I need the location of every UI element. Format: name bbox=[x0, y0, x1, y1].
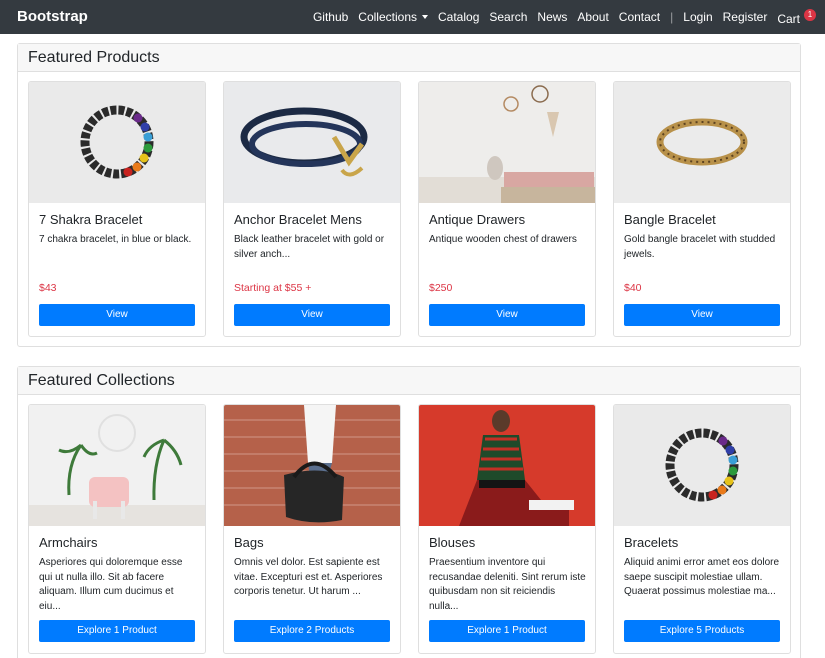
product-image[interactable] bbox=[419, 82, 595, 203]
explore-collection-button[interactable]: Explore 2 Products bbox=[234, 620, 390, 642]
collection-title: Bracelets bbox=[624, 535, 679, 550]
collection-title: Armchairs bbox=[39, 535, 98, 550]
product-title: Anchor Bracelet Mens bbox=[234, 212, 362, 227]
product-card: Bangle Bracelet Gold bangle bracelet wit… bbox=[613, 81, 791, 337]
view-product-button[interactable]: View bbox=[624, 304, 780, 326]
nav-separator: | bbox=[670, 10, 674, 24]
product-card: 7 Shakra Bracelet 7 chakra bracelet, in … bbox=[28, 81, 206, 337]
product-price: Starting at $55 + bbox=[234, 282, 312, 294]
nav-catalog[interactable]: Catalog bbox=[438, 10, 479, 24]
product-title: 7 Shakra Bracelet bbox=[39, 212, 143, 227]
collection-title: Bags bbox=[234, 535, 264, 550]
explore-collection-button[interactable]: Explore 1 Product bbox=[39, 620, 195, 642]
product-title: Bangle Bracelet bbox=[624, 212, 716, 227]
product-card: Antique Drawers Antique wooden chest of … bbox=[418, 81, 596, 337]
collection-image[interactable] bbox=[419, 405, 595, 526]
collection-card: Armchairs Asperiores qui doloremque esse… bbox=[28, 404, 206, 654]
product-image[interactable] bbox=[224, 82, 400, 203]
product-card: Anchor Bracelet Mens Black leather brace… bbox=[223, 81, 401, 337]
collection-title: Blouses bbox=[429, 535, 476, 550]
product-description: Gold bangle bracelet with studded jewels… bbox=[624, 234, 776, 260]
collection-image[interactable] bbox=[614, 405, 790, 526]
product-image[interactable] bbox=[614, 82, 790, 203]
nav-cart[interactable]: Cart 1 bbox=[777, 8, 816, 26]
explore-collection-button[interactable]: Explore 5 Products bbox=[624, 620, 780, 642]
collection-description: Omnis vel dolor. Est sapiente est vitae.… bbox=[234, 557, 383, 597]
product-title: Antique Drawers bbox=[429, 212, 526, 227]
nav-links: Github Collections Catalog Search News A… bbox=[303, 0, 816, 34]
product-image[interactable] bbox=[29, 82, 205, 203]
product-price: $40 bbox=[624, 282, 642, 294]
product-price: $250 bbox=[429, 282, 453, 294]
collection-description: Asperiores qui doloremque esse qui ut nu… bbox=[39, 557, 183, 612]
view-product-button[interactable]: View bbox=[39, 304, 195, 326]
nav-login[interactable]: Login bbox=[683, 10, 712, 24]
collection-description: Praesentium inventore qui recusandae del… bbox=[429, 557, 586, 612]
explore-collection-button[interactable]: Explore 1 Product bbox=[429, 620, 585, 642]
product-description: Antique wooden chest of drawers bbox=[429, 234, 577, 245]
nav-news[interactable]: News bbox=[537, 10, 567, 24]
view-product-button[interactable]: View bbox=[429, 304, 585, 326]
collection-card: Bracelets Aliquid animi error amet eos d… bbox=[613, 404, 791, 654]
nav-collections-dropdown[interactable]: Collections bbox=[358, 10, 428, 24]
featured-collections-heading: Featured Collections bbox=[18, 367, 800, 395]
cart-count-badge: 1 bbox=[804, 8, 816, 21]
featured-products-section: Featured Products 7 Shakra Bracelet 7 ch… bbox=[17, 43, 801, 347]
nav-github[interactable]: Github bbox=[313, 10, 348, 24]
nav-search[interactable]: Search bbox=[489, 10, 527, 24]
collection-image[interactable] bbox=[224, 405, 400, 526]
nav-about[interactable]: About bbox=[577, 10, 608, 24]
cart-label: Cart bbox=[777, 11, 800, 26]
featured-collections-section: Featured Collections Armchairs Asperiore… bbox=[17, 366, 801, 658]
product-price: $43 bbox=[39, 282, 57, 294]
collection-card: Bags Omnis vel dolor. Est sapiente est v… bbox=[223, 404, 401, 654]
nav-register[interactable]: Register bbox=[723, 10, 768, 24]
product-description: Black leather bracelet with gold or silv… bbox=[234, 234, 385, 260]
collection-image[interactable] bbox=[29, 405, 205, 526]
product-description: 7 chakra bracelet, in blue or black. bbox=[39, 234, 192, 245]
nav-contact[interactable]: Contact bbox=[619, 10, 660, 24]
caret-down-icon bbox=[422, 15, 428, 19]
collection-card: Blouses Praesentium inventore qui recusa… bbox=[418, 404, 596, 654]
view-product-button[interactable]: View bbox=[234, 304, 390, 326]
featured-products-heading: Featured Products bbox=[18, 44, 800, 72]
collection-description: Aliquid animi error amet eos dolore saep… bbox=[624, 557, 780, 597]
navbar: Bootstrap Github Collections Catalog Sea… bbox=[0, 0, 825, 34]
brand-link[interactable]: Bootstrap bbox=[17, 8, 88, 25]
nav-collections-label: Collections bbox=[358, 10, 417, 24]
